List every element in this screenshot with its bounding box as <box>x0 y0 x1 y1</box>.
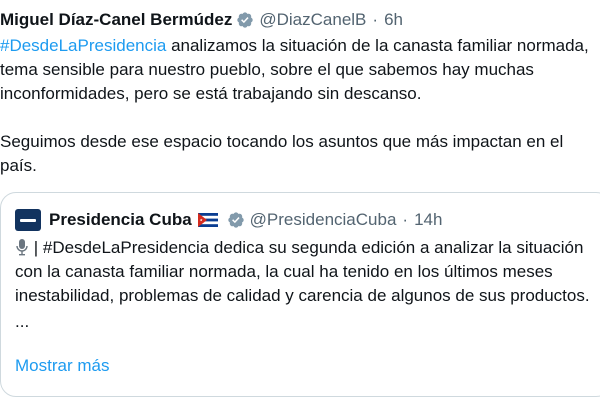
quoted-verified-badge-icon <box>227 212 244 228</box>
tweet-text: #DesdeLaPresidencia analizamos la situac… <box>0 34 596 178</box>
ellipsis: ... <box>15 312 30 331</box>
tweet-paragraph-2: Seguimos desde ese espacio tocando los a… <box>0 132 564 175</box>
quoted-tweet-body: | #DesdeLaPresidencia dedica su segunda … <box>15 238 590 305</box>
hashtag-link[interactable]: #DesdeLaPresidencia <box>0 36 166 55</box>
quoted-author-handle[interactable]: @PresidenciaCuba <box>250 210 397 230</box>
quoted-tweet-card[interactable]: Presidencia Cuba @PresidenciaCuba · 14h <box>0 192 600 397</box>
author-name[interactable]: Miguel Díaz-Canel Bermúdez <box>0 10 232 30</box>
quoted-timestamp[interactable]: 14h <box>414 210 442 230</box>
quoted-tweet-header: Presidencia Cuba @PresidenciaCuba · 14h <box>15 208 442 232</box>
separator-dot: · <box>372 10 379 29</box>
quoted-author-name[interactable]: Presidencia Cuba <box>49 210 192 230</box>
quoted-tweet-text: | #DesdeLaPresidencia dedica su segunda … <box>15 236 595 334</box>
show-more-link[interactable]: Mostrar más <box>15 356 109 376</box>
author-handle[interactable]: @DiazCanelB <box>259 10 366 30</box>
quoted-separator-dot: · <box>402 210 409 229</box>
tweet-paragraph-1: #DesdeLaPresidencia analizamos la situac… <box>0 34 596 106</box>
presidencia-logo[interactable] <box>15 209 41 231</box>
verified-badge-icon <box>237 12 254 28</box>
tweet-timestamp[interactable]: 6h <box>384 10 403 30</box>
microphone-icon <box>16 239 28 256</box>
tweet-header: Miguel Díaz-Canel Bermúdez @DiazCanelB ·… <box>0 8 403 32</box>
tweet: Miguel Díaz-Canel Bermúdez @DiazCanelB ·… <box>0 0 600 400</box>
cuba-flag-icon <box>197 213 218 227</box>
